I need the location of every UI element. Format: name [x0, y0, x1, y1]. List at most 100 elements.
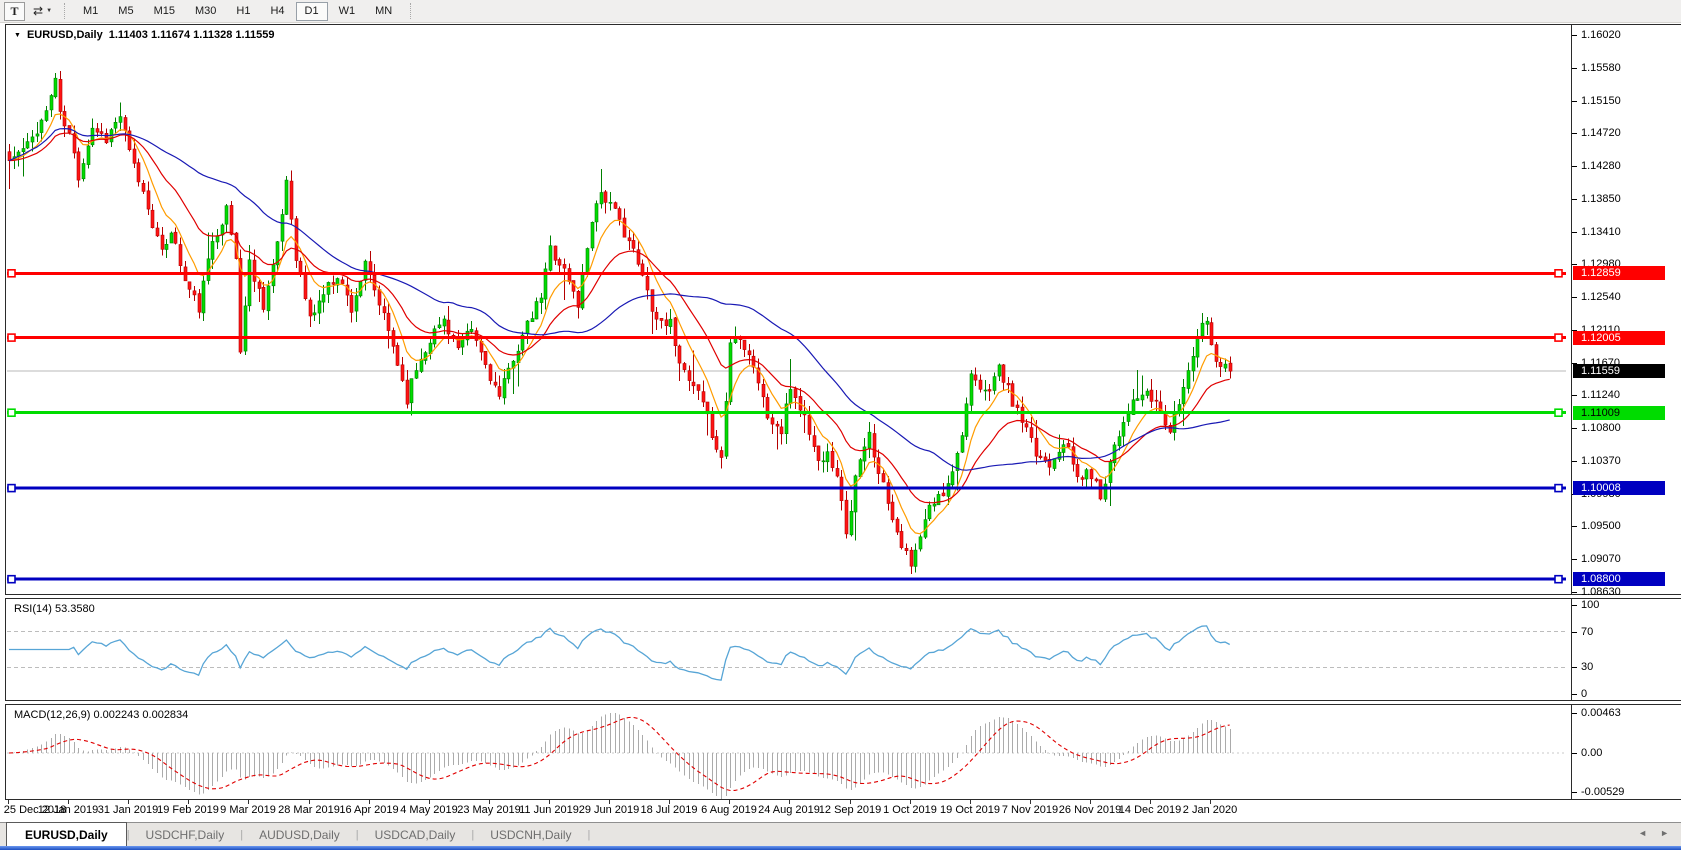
- tab-scroll-left-icon[interactable]: ◄: [1638, 828, 1647, 838]
- time-axis: 25 Dec 2018 12 Jan 2019 31 Jan 2019 19 Feb …: [4, 800, 1681, 822]
- price-tick-label: 1.14280: [1572, 159, 1621, 173]
- line-anchor-marker[interactable]: [1554, 574, 1563, 584]
- time-axis-label: 28 Mar 2019: [278, 804, 340, 816]
- rsi-tick-label: 70: [1572, 625, 1593, 639]
- macd-indicator-pane: MACD(12,26,9) 0.002243 0.002834 0.00463 0…: [5, 704, 1681, 800]
- time-axis-label: 31 Jan 2019: [97, 804, 159, 816]
- chart-tab-usdchf[interactable]: USDCHF,Daily: [130, 823, 241, 846]
- macd-tick-label: -0.00529: [1572, 785, 1624, 799]
- price-tick-label: 1.10370: [1572, 454, 1621, 468]
- price-tick-label: 1.13850: [1572, 192, 1621, 206]
- line-anchor-marker[interactable]: [7, 269, 16, 278]
- price-tick-label: 1.09500: [1572, 519, 1621, 533]
- timeframe-button-m15[interactable]: M15: [145, 2, 184, 21]
- line-anchor-marker[interactable]: [1554, 408, 1563, 418]
- timeframe-button-w1[interactable]: W1: [330, 2, 365, 21]
- time-axis-label: 4 May 2019: [400, 804, 458, 816]
- macd-histogram: [14, 713, 1231, 799]
- timeframe-button-d1[interactable]: D1: [295, 1, 328, 21]
- rsi-canvas[interactable]: [6, 599, 1571, 700]
- macd-canvas[interactable]: [6, 705, 1571, 799]
- timeframe-button-group: M1 M5 M15 M30 H1 H4 D1 W1 MN: [73, 1, 402, 21]
- window-bottom-edge: [0, 846, 1681, 850]
- rsi-tick-label: 0: [1572, 687, 1587, 701]
- price-tick-label: 1.11240: [1572, 388, 1620, 402]
- timeframe-button-h1[interactable]: H1: [227, 2, 259, 21]
- chevron-down-icon: ▼: [46, 8, 53, 14]
- moving-average-fast[interactable]: [8, 113, 1230, 535]
- time-axis-label: 12 Jan 2019: [37, 804, 99, 816]
- chart-tab-audusd[interactable]: AUDUSD,Daily: [243, 823, 356, 846]
- title-marker-icon: ▼: [14, 31, 21, 39]
- chart-title: ▼ EURUSD,Daily 1.11403 1.11674 1.11328 1…: [14, 29, 275, 41]
- price-tick-label: 1.08630: [1572, 585, 1621, 599]
- price-tick-label: 1.14720: [1572, 126, 1621, 140]
- time-axis-label: 16 Apr 2019: [339, 804, 399, 816]
- tab-separator: |: [587, 828, 591, 841]
- price-level-badge: 1.11559: [1573, 364, 1665, 378]
- macd-label: MACD(12,26,9) 0.002243 0.002834: [14, 709, 189, 721]
- price-tick-label: 1.10800: [1572, 421, 1621, 435]
- time-axis-label: 14 Dec 2019: [1118, 804, 1182, 816]
- rsi-indicator-pane: RSI(14) 53.3580 100 70 30 0: [5, 598, 1681, 701]
- time-axis-label: 29 Jun 2019: [578, 804, 640, 816]
- cycle-timeframes-button[interactable]: ⇄ ▼: [29, 2, 56, 21]
- time-axis-label: 18 Jul 2019: [640, 804, 698, 816]
- price-tick-label: 1.12540: [1572, 290, 1621, 304]
- line-anchor-marker[interactable]: [1554, 269, 1563, 278]
- time-axis-label: 19 Feb 2019: [157, 804, 219, 816]
- timeframe-button-m1[interactable]: M1: [74, 2, 107, 21]
- price-level-badge: 1.10008: [1573, 481, 1665, 495]
- time-axis-label: 6 Aug 2019: [701, 804, 757, 816]
- rsi-label: RSI(14) 53.3580: [14, 603, 95, 615]
- price-tick-label: 1.15580: [1572, 61, 1621, 75]
- time-axis-label: 11 Jun 2019: [519, 804, 579, 816]
- time-axis-label: 9 Mar 2019: [220, 804, 276, 816]
- time-axis-label: 23 May 2019: [457, 804, 521, 816]
- price-chart-canvas[interactable]: [6, 25, 1571, 594]
- line-anchor-marker[interactable]: [7, 574, 16, 584]
- timeframe-button-m5[interactable]: M5: [109, 2, 142, 21]
- time-axis-label: 2 Jan 2020: [1182, 804, 1238, 816]
- line-anchor-marker[interactable]: [1554, 483, 1563, 493]
- price-tick-label: 1.09070: [1572, 552, 1621, 566]
- timeframe-button-m30[interactable]: M30: [186, 2, 225, 21]
- chart-ohlc-quotes: 1.11403 1.11674 1.11328 1.11559: [108, 29, 275, 41]
- price-tick-label: 1.16020: [1572, 28, 1621, 42]
- price-level-badge: 1.12005: [1573, 331, 1665, 345]
- time-axis-label: 19 Oct 2019: [940, 804, 1000, 816]
- line-anchor-marker[interactable]: [7, 333, 16, 342]
- time-axis-label: 7 Nov 2019: [1001, 804, 1059, 816]
- timeframe-button-h4[interactable]: H4: [261, 2, 293, 21]
- line-anchor-marker[interactable]: [7, 408, 16, 418]
- top-toolbar: T ⇄ ▼ M1 M5 M15 M30 H1 H4 D1 W1 MN: [0, 0, 1681, 23]
- time-axis-label: 1 Oct 2019: [883, 804, 937, 816]
- macd-axis: 0.00463 0.00 -0.00529: [1571, 705, 1681, 799]
- time-axis-label: 12 Sep 2019: [818, 804, 882, 816]
- chart-tab-bar: ◄ ► EURUSD,Daily | USDCHF,Daily | AUDUSD,Dai…: [0, 822, 1681, 846]
- price-axis: 1.16020 1.15580 1.15150 1.14720 1.14280 1.138…: [1571, 25, 1681, 598]
- chart-tab-eurusd[interactable]: EURUSD,Daily: [6, 822, 127, 846]
- tab-scroll-right-icon[interactable]: ►: [1660, 828, 1669, 838]
- text-tool-button[interactable]: T: [4, 1, 25, 21]
- cycle-arrows-icon: ⇄: [33, 4, 44, 18]
- rsi-line[interactable]: [9, 625, 1231, 681]
- timeframe-button-mn[interactable]: MN: [366, 2, 401, 21]
- moving-average-slow[interactable]: [8, 127, 1230, 471]
- chart-tab-usdcnh[interactable]: USDCNH,Daily: [474, 823, 587, 846]
- time-axis-label: 24 Aug 2019: [758, 804, 820, 816]
- price-level-badge: 1.12859: [1573, 266, 1665, 280]
- toolbar-grip: [64, 3, 69, 19]
- price-level-badge: 1.11009: [1573, 406, 1665, 420]
- price-tick-label: 1.15150: [1572, 94, 1621, 108]
- moving-average-mid[interactable]: [8, 132, 1230, 504]
- rsi-axis: 100 70 30 0: [1571, 599, 1681, 700]
- price-chart-pane: ▼ EURUSD,Daily 1.11403 1.11674 1.11328 1…: [5, 24, 1681, 598]
- time-axis-label: 26 Nov 2019: [1058, 804, 1122, 816]
- chart-symbol: EURUSD,Daily: [26, 29, 103, 41]
- toolbar-grip: [410, 3, 415, 19]
- chart-tab-usdcad[interactable]: USDCAD,Daily: [359, 823, 472, 846]
- line-anchor-marker[interactable]: [7, 483, 16, 493]
- price-level-badge: 1.08800: [1573, 572, 1665, 586]
- line-anchor-marker[interactable]: [1554, 333, 1563, 342]
